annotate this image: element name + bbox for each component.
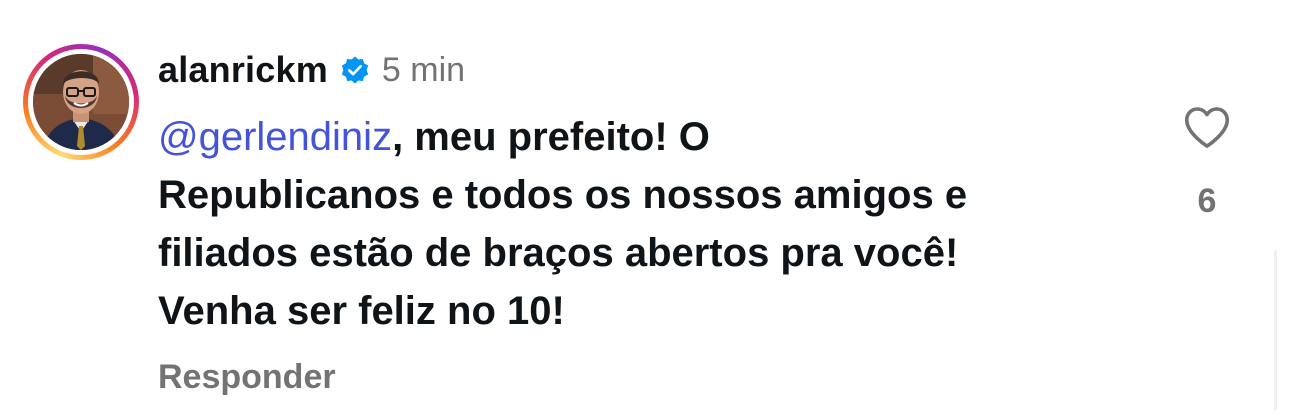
reply-button[interactable]: Responder bbox=[158, 358, 336, 397]
username[interactable]: alanrickm bbox=[158, 49, 328, 91]
comment-line-3: filiados estão de braços abertos pra voc… bbox=[158, 231, 959, 275]
avatar-photo bbox=[33, 54, 129, 150]
comment-text: @gerlendiniz, meu prefeito! O Republican… bbox=[158, 108, 1148, 340]
comment-header: alanrickm 5 min bbox=[158, 48, 465, 92]
mention-link[interactable]: @gerlendiniz bbox=[158, 115, 392, 159]
avatar[interactable] bbox=[23, 44, 139, 160]
comment-line-4: Venha ser feliz no 10! bbox=[158, 289, 565, 333]
heart-outline-icon bbox=[1180, 107, 1234, 158]
comment-line-1: @gerlendiniz, meu prefeito! O bbox=[158, 108, 1148, 166]
comment-timestamp: 5 min bbox=[381, 50, 466, 89]
like-button[interactable] bbox=[1180, 100, 1234, 154]
verified-badge-icon bbox=[340, 55, 370, 85]
comment-line-2: Republicanos e todos os nossos amigos e bbox=[158, 173, 968, 217]
scrollbar[interactable] bbox=[1274, 250, 1277, 410]
comment: alanrickm 5 min @gerlendiniz, meu prefei… bbox=[0, 0, 1290, 416]
comment-line-1-text: , meu prefeito! O bbox=[392, 115, 710, 159]
like-count: 6 bbox=[1197, 182, 1217, 220]
